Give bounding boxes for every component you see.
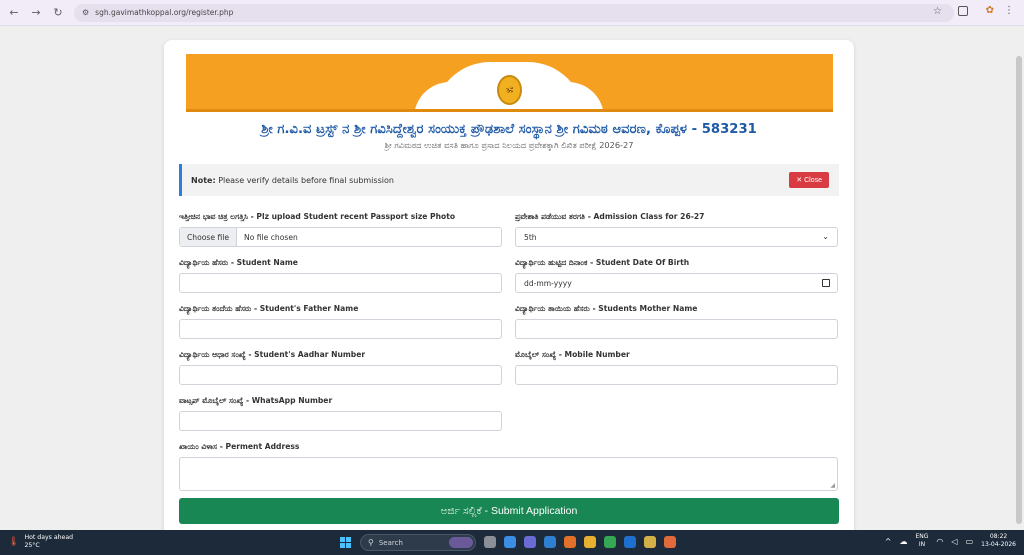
address-label: ಖಾಯಂ ವಿಳಾಸ - Perment Address xyxy=(179,442,300,451)
time-text: 08:22 xyxy=(989,533,1008,540)
windows-start-icon[interactable] xyxy=(340,537,351,548)
page-content: 🕉 ಶ್ರೀ ಗ.ವಿ.ವ ಟ್ರಸ್ಟ್ ನ ಶ್ರೀ ಗವಿಸಿದ್ದೇಶ್… xyxy=(0,26,1024,550)
bookmark-star-icon[interactable]: ☆ xyxy=(933,6,942,17)
mother-name-label: ವಿದ್ಯಾರ್ಥಿಯ ತಾಯಿಯ ಹೆಸರು - Students Mothe… xyxy=(515,304,698,313)
forward-icon[interactable]: → xyxy=(28,5,44,21)
weather-title: Hot days ahead xyxy=(24,534,74,541)
back-icon[interactable]: ← xyxy=(6,5,22,21)
pinned-apps xyxy=(484,536,676,548)
cloud-icon[interactable]: ☁ xyxy=(899,537,907,546)
banner-divider xyxy=(186,109,833,112)
system-tray: ^ ☁ ENG IN ◠ ◁ ▭ 08:22 13-04-2026 xyxy=(885,533,1016,549)
note-alert: Note: Please verify details before final… xyxy=(179,164,839,196)
teams-icon[interactable] xyxy=(524,536,536,548)
browser-toolbar: ← → ↻ ⚙ sgh.gavimathkoppal.org/register.… xyxy=(0,0,1024,26)
resize-handle-icon[interactable]: ◢ xyxy=(830,482,835,489)
alert-text: Note: Please verify details before final… xyxy=(191,176,394,185)
photo-file-input[interactable]: Choose file No file chosen xyxy=(179,227,502,247)
site-info-icon[interactable]: ⚙ xyxy=(82,8,89,17)
date-text: 13-04-2026 xyxy=(981,541,1016,548)
student-name-input[interactable] xyxy=(179,273,502,293)
mobile-input[interactable] xyxy=(515,365,838,385)
menu-icon[interactable]: ⋮ xyxy=(1004,5,1014,16)
task-view-icon[interactable] xyxy=(484,536,496,548)
scrollbar[interactable] xyxy=(1016,56,1022,524)
institution-logo: 🕉 xyxy=(497,75,522,105)
language-indicator[interactable]: ENG IN xyxy=(915,533,928,549)
mobile-label: ಮೊಬೈಲ್ ಸಂಖ್ಯೆ - Mobile Number xyxy=(515,350,630,359)
file-explorer-icon[interactable] xyxy=(584,536,596,548)
class-label: ಪ್ರವೇಶಾತಿ ಪಡೆಯುವ ತರಗತಿ - Admission Class… xyxy=(515,212,705,221)
notes-icon[interactable] xyxy=(644,536,656,548)
class-select[interactable]: 5th ⌄ xyxy=(515,227,838,247)
alert-message: Please verify details before final submi… xyxy=(218,175,394,185)
aadhar-label: ವಿದ್ಯಾರ್ಥಿಯ ಆಧಾರ ಸಂಖ್ಯೆ - Student's Aadh… xyxy=(179,350,366,359)
father-name-label: ವಿದ್ಯಾರ್ಥಿಯ ತಂದೆಯ ಹೆಸರು - Student's Fath… xyxy=(179,304,359,313)
registration-card: 🕉 ಶ್ರೀ ಗ.ವಿ.ವ ಟ್ರಸ್ಟ್ ನ ಶ್ರೀ ಗವಿಸಿದ್ದೇಶ್… xyxy=(164,40,854,550)
dob-placeholder: dd-mm-yyyy xyxy=(524,278,572,288)
whatsapp-label: ವಾಟ್ಸಪ್ ಮೊಬೈಲ್ ಸಂಖ್ಯೆ - WhatsApp Number xyxy=(179,396,333,405)
mother-name-input[interactable] xyxy=(515,319,838,339)
class-select-value: 5th xyxy=(524,232,537,242)
firefox-icon[interactable] xyxy=(564,536,576,548)
address-bar[interactable]: ⚙ sgh.gavimathkoppal.org/register.php xyxy=(74,3,954,22)
extension-icon[interactable]: ✿ xyxy=(986,5,994,16)
whatsapp-input[interactable] xyxy=(179,411,502,431)
wifi-icon[interactable]: ◠ xyxy=(936,537,943,546)
choose-file-button[interactable]: Choose file xyxy=(180,228,238,246)
dob-label: ವಿದ್ಯಾರ್ಥಿಯ ಹುಟ್ಟಿದ ದಿನಾಂಕ - Student Dat… xyxy=(515,258,690,267)
word-icon[interactable] xyxy=(624,536,636,548)
clock[interactable]: 08:22 13-04-2026 xyxy=(981,533,1016,549)
search-highlight-image xyxy=(449,537,473,548)
close-button[interactable]: ✕ Close xyxy=(789,172,829,188)
no-file-text: No file chosen xyxy=(244,232,298,242)
copilot-icon[interactable] xyxy=(504,536,516,548)
header-banner: 🕉 xyxy=(186,54,833,118)
page-title: ಶ್ರೀ ಗ.ವಿ.ವ ಟ್ರಸ್ಟ್ ನ ಶ್ರೀ ಗವಿಸಿದ್ದೇಶ್ವರ… xyxy=(261,122,757,137)
volume-icon[interactable]: ◁ xyxy=(951,537,957,546)
thermometer-icon: 🌡 xyxy=(8,537,20,547)
dob-input[interactable]: dd-mm-yyyy xyxy=(515,273,838,293)
father-name-input[interactable] xyxy=(179,319,502,339)
windows-taskbar: 🌡 Hot days ahead 25°C ⚲ Search ^ ☁ ENG I… xyxy=(0,530,1024,555)
calendar-icon[interactable] xyxy=(822,279,830,287)
taskbar-search[interactable]: ⚲ Search xyxy=(360,534,476,551)
photo-label: ಇತ್ತೀಚಿನ ಭಾವ ಚಿತ್ರ ಲಗತ್ತಿಸಿ - Plz upload… xyxy=(179,212,456,221)
chrome-alt-icon[interactable] xyxy=(664,536,676,548)
page-subtitle: ಶ್ರೀ ಗವಿಮಠದ ಉಚಿತ ವಸತಿ ಹಾಗೂ ಪ್ರಸಾದ ನಿಲಯದ … xyxy=(384,140,634,150)
edge-icon[interactable] xyxy=(544,536,556,548)
weather-widget[interactable]: 🌡 Hot days ahead 25°C xyxy=(8,534,73,550)
search-text: Search xyxy=(378,538,403,547)
address-textarea[interactable]: ◢ xyxy=(179,457,838,491)
lang-top: ENG xyxy=(915,533,929,540)
chevron-down-icon: ⌄ xyxy=(822,232,829,241)
chevron-up-icon[interactable]: ^ xyxy=(885,537,892,546)
sidebar-icon[interactable] xyxy=(958,6,968,16)
student-name-label: ವಿದ್ಯಾರ್ಥಿಯ ಹೆಸರು - Student Name xyxy=(179,258,298,267)
search-icon: ⚲ xyxy=(368,538,374,547)
chrome-icon[interactable] xyxy=(604,536,616,548)
alert-strong: Note: xyxy=(191,175,216,185)
battery-icon[interactable]: ▭ xyxy=(966,537,974,546)
submit-button[interactable]: ಅರ್ಜಿ ಸಲ್ಲಿಕೆ - Submit Application xyxy=(179,498,839,524)
reload-icon[interactable]: ↻ xyxy=(50,5,66,21)
weather-temp: 25°C xyxy=(24,542,40,549)
url-text: sgh.gavimathkoppal.org/register.php xyxy=(95,8,234,17)
lang-bottom: IN xyxy=(918,541,926,548)
aadhar-input[interactable] xyxy=(179,365,502,385)
